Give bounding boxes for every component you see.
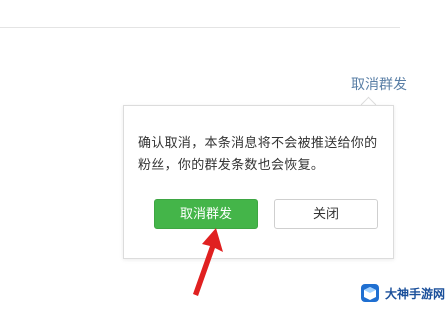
confirm-cancel-mass-send-button[interactable]: 取消群发 (154, 199, 258, 229)
page: 取消群发 确认取消，本条消息将不会被推送给你的粉丝，你的群发条数也会恢复。 取消… (0, 0, 446, 322)
watermark: 大神手游网 (360, 281, 445, 305)
confirm-popover: 确认取消，本条消息将不会被推送给你的粉丝，你的群发条数也会恢复。 取消群发 关闭 (123, 105, 394, 259)
confirm-message: 确认取消，本条消息将不会被推送给你的粉丝，你的群发条数也会恢复。 (138, 136, 378, 173)
cancel-mass-send-link[interactable]: 取消群发 (351, 74, 407, 94)
annotation-arrow-icon (193, 228, 223, 296)
watermark-logo-icon (361, 284, 379, 302)
watermark-text: 大神手游网 (385, 286, 446, 301)
annotation-arrow-shape (193, 228, 223, 296)
divider (0, 27, 400, 28)
close-button[interactable]: 关闭 (274, 199, 378, 229)
